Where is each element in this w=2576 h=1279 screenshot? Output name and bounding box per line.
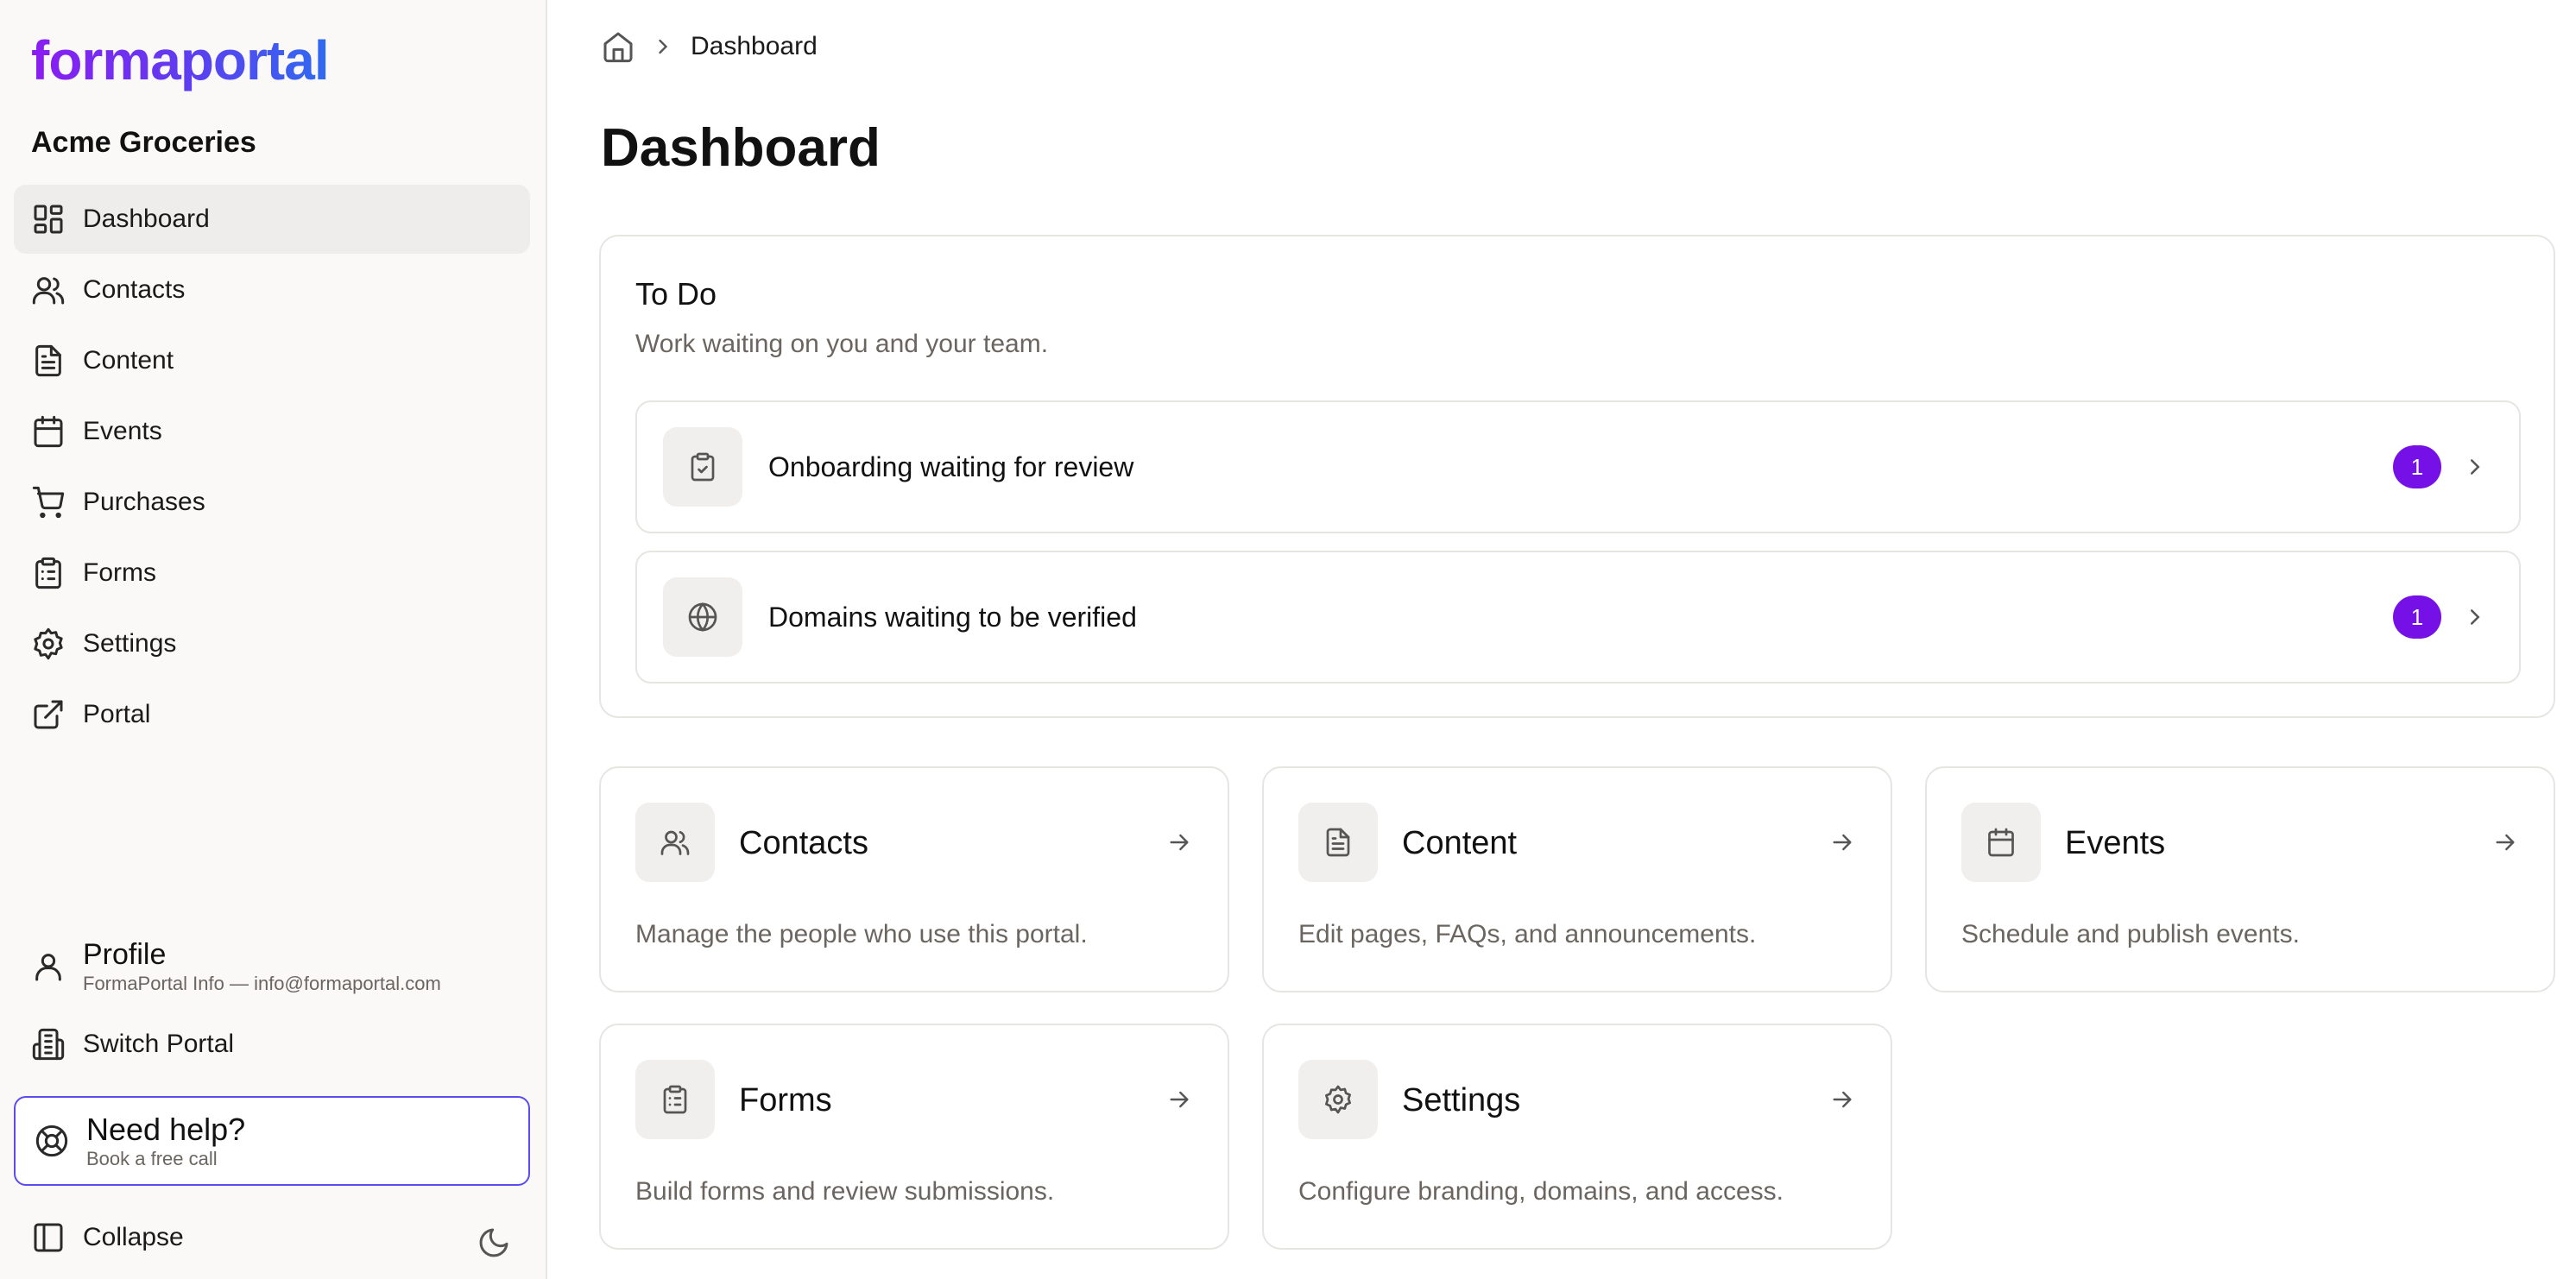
card-description: Configure branding, domains, and access. xyxy=(1298,1177,1784,1206)
chevron-right-icon xyxy=(651,35,675,59)
card-description: Manage the people who use this portal. xyxy=(635,920,1088,948)
card-title: Forms xyxy=(739,1082,832,1118)
collapse-button[interactable]: Collapse xyxy=(14,1207,530,1269)
card-forms[interactable]: Forms Build forms and review submissions… xyxy=(599,1024,1229,1250)
sidebar-nav: Dashboard Contacts Content Events Purcha… xyxy=(14,185,530,751)
globe-icon xyxy=(663,577,742,657)
todo-subtitle: Work waiting on you and your team. xyxy=(635,330,1049,358)
card-settings[interactable]: Settings Configure branding, domains, an… xyxy=(1262,1024,1892,1250)
switch-portal-label: Switch Portal xyxy=(83,1030,235,1058)
switch-portal-button[interactable]: Switch Portal xyxy=(14,1013,530,1075)
building-icon xyxy=(31,1027,66,1062)
sidebar-item-contacts[interactable]: Contacts xyxy=(14,255,530,324)
need-help-text: Need help? Book a free call xyxy=(86,1112,245,1170)
users-icon xyxy=(31,273,66,307)
card-title: Settings xyxy=(1402,1082,1521,1118)
gear-icon xyxy=(1298,1060,1378,1139)
sidebar-item-settings[interactable]: Settings xyxy=(14,609,530,678)
count-badge: 1 xyxy=(2393,445,2441,488)
org-name: Acme Groceries xyxy=(31,126,256,159)
arrow-right-icon xyxy=(2491,829,2519,856)
cart-icon xyxy=(31,485,66,520)
sidebar-item-label: Content xyxy=(83,346,174,375)
sidebar-item-label: Settings xyxy=(83,629,177,658)
dashboard-icon xyxy=(31,202,66,236)
card-contacts[interactable]: Contacts Manage the people who use this … xyxy=(599,766,1229,992)
profile-text: Profile FormaPortal Info — info@formapor… xyxy=(83,937,441,996)
sidebar-item-forms[interactable]: Forms xyxy=(14,539,530,608)
panel-left-icon xyxy=(31,1220,66,1255)
sidebar: formaportal Acme Groceries Dashboard Con… xyxy=(0,0,547,1279)
chevron-right-icon xyxy=(2462,454,2488,480)
sidebar-item-portal[interactable]: Portal xyxy=(14,680,530,749)
arrow-right-icon xyxy=(1828,829,1856,856)
moon-icon[interactable] xyxy=(477,1225,511,1260)
breadcrumb: Dashboard xyxy=(601,28,818,66)
users-icon xyxy=(635,803,715,882)
external-link-icon xyxy=(31,697,66,732)
page-title: Dashboard xyxy=(601,118,881,178)
todo-panel: To Do Work waiting on you and your team.… xyxy=(599,235,2555,718)
sidebar-item-label: Purchases xyxy=(83,488,205,516)
clipboard-check-icon xyxy=(663,427,742,507)
todo-item-domains[interactable]: Domains waiting to be verified 1 xyxy=(635,551,2521,684)
arrow-right-icon xyxy=(1828,1086,1856,1113)
card-description: Build forms and review submissions. xyxy=(635,1177,1055,1206)
gear-icon xyxy=(31,627,66,661)
todo-item-label: Onboarding waiting for review xyxy=(768,450,1134,482)
calendar-icon xyxy=(1961,803,2041,882)
todo-item-onboarding[interactable]: Onboarding waiting for review 1 xyxy=(635,400,2521,533)
need-help-subtitle: Book a free call xyxy=(86,1148,218,1169)
logo[interactable]: formaportal xyxy=(31,26,330,95)
calendar-icon xyxy=(31,414,66,449)
profile-email: FormaPortal Info — info@formaportal.com xyxy=(83,973,441,994)
document-icon xyxy=(1298,803,1378,882)
need-help-title: Need help? xyxy=(86,1112,246,1147)
count-badge: 1 xyxy=(2393,595,2441,639)
chevron-right-icon xyxy=(2462,604,2488,630)
sidebar-item-purchases[interactable]: Purchases xyxy=(14,468,530,537)
sidebar-item-events[interactable]: Events xyxy=(14,397,530,466)
card-description: Edit pages, FAQs, and announcements. xyxy=(1298,920,1757,948)
card-title: Contacts xyxy=(739,825,868,861)
sidebar-item-label: Dashboard xyxy=(83,205,210,233)
todo-title: To Do xyxy=(635,276,717,312)
user-icon xyxy=(31,949,66,984)
sidebar-item-label: Portal xyxy=(83,700,151,728)
sidebar-item-content[interactable]: Content xyxy=(14,326,530,395)
sidebar-item-label: Forms xyxy=(83,558,156,587)
main-content: Dashboard Dashboard To Do Work waiting o… xyxy=(549,0,2576,1279)
sidebar-item-dashboard[interactable]: Dashboard xyxy=(14,185,530,254)
profile-title: Profile xyxy=(83,938,167,971)
need-help-button[interactable]: Need help? Book a free call xyxy=(14,1096,530,1186)
arrow-right-icon xyxy=(1165,1086,1193,1113)
clipboard-icon xyxy=(635,1060,715,1139)
todo-item-label: Domains waiting to be verified xyxy=(768,601,1137,633)
card-content[interactable]: Content Edit pages, FAQs, and announceme… xyxy=(1262,766,1892,992)
card-events[interactable]: Events Schedule and publish events. xyxy=(1925,766,2555,992)
card-description: Schedule and publish events. xyxy=(1961,920,2300,948)
sidebar-item-label: Events xyxy=(83,417,162,445)
profile-button[interactable]: Profile FormaPortal Info — info@formapor… xyxy=(14,929,530,1005)
breadcrumb-current: Dashboard xyxy=(691,32,818,60)
clipboard-icon xyxy=(31,556,66,590)
home-icon[interactable] xyxy=(601,29,635,64)
lifebuoy-icon xyxy=(35,1124,69,1158)
card-title: Content xyxy=(1402,825,1518,861)
sidebar-item-label: Contacts xyxy=(83,275,186,304)
collapse-label: Collapse xyxy=(83,1223,184,1251)
arrow-right-icon xyxy=(1165,829,1193,856)
document-icon xyxy=(31,343,66,378)
card-title: Events xyxy=(2065,825,2166,861)
